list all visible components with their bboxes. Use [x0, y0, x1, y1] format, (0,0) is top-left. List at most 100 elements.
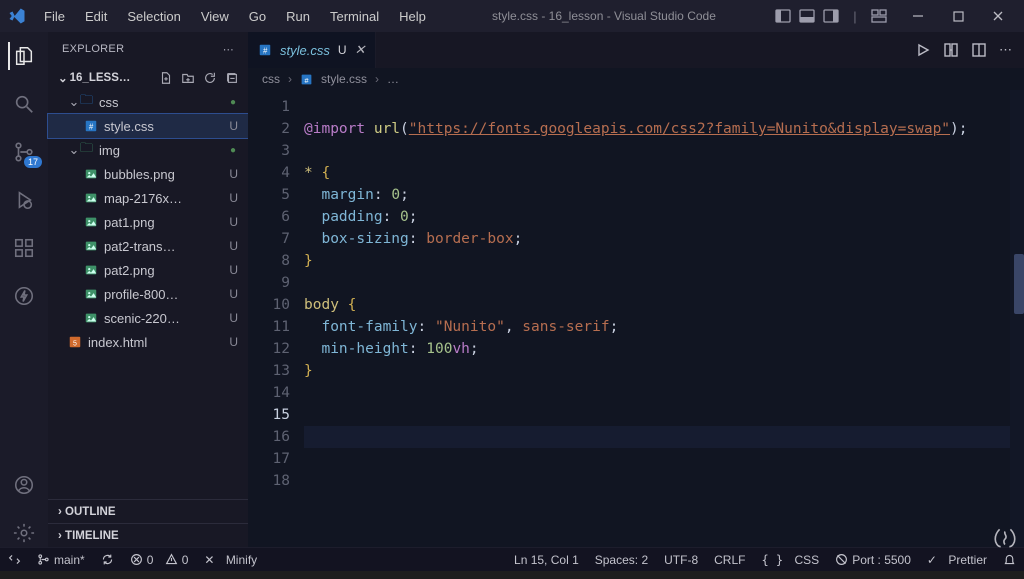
- language-mode[interactable]: { } CSS: [753, 553, 827, 567]
- git-status: U: [229, 119, 238, 133]
- more-actions-icon[interactable]: ⋯: [999, 42, 1012, 58]
- code-content[interactable]: @import url("https://fonts.googleapis.co…: [304, 90, 1024, 547]
- chevron-right-icon: ›: [58, 530, 62, 542]
- problems-status[interactable]: 0 0: [122, 553, 197, 567]
- tree-label: bubbles.png: [104, 167, 175, 182]
- diff-icon[interactable]: [943, 42, 959, 58]
- image-file-icon: [84, 263, 98, 277]
- tree-file-image[interactable]: bubbles.png U: [48, 162, 248, 186]
- image-file-icon: [84, 287, 98, 301]
- notifications-icon[interactable]: [995, 553, 1024, 566]
- new-folder-icon[interactable]: [180, 70, 196, 86]
- menu-run[interactable]: Run: [276, 5, 320, 28]
- css-file-icon: #: [258, 43, 272, 57]
- sync-status[interactable]: [93, 553, 122, 566]
- tree-folder-css[interactable]: ⌄ 🗀 css ●: [48, 90, 248, 114]
- run-debug-icon[interactable]: [10, 186, 38, 214]
- menu-file[interactable]: File: [34, 5, 75, 28]
- menu-selection[interactable]: Selection: [117, 5, 190, 28]
- line-number-gutter: 123456789101112131415161718: [248, 90, 304, 547]
- breadcrumb[interactable]: css › # style.css › …: [248, 68, 1024, 90]
- svg-text:#: #: [263, 47, 268, 56]
- menu-terminal[interactable]: Terminal: [320, 5, 389, 28]
- svg-text:#: #: [89, 123, 94, 132]
- tree-file-image[interactable]: pat2.pngU: [48, 258, 248, 282]
- toggle-panel-left-icon[interactable]: [772, 5, 794, 27]
- prettier-status[interactable]: ✓ Prettier: [919, 553, 995, 567]
- menu-go[interactable]: Go: [239, 5, 276, 28]
- layout-controls: |: [772, 5, 890, 27]
- minify-status[interactable]: ✕ Minify: [196, 553, 265, 567]
- tree-file-image[interactable]: scenic-220…U: [48, 306, 248, 330]
- css-file-icon: #: [300, 73, 313, 86]
- tree-file-image[interactable]: pat2-trans…U: [48, 234, 248, 258]
- cursor-position[interactable]: Ln 15, Col 1: [506, 553, 587, 567]
- menu-help[interactable]: Help: [389, 5, 436, 28]
- explorer-icon[interactable]: [8, 42, 36, 70]
- remote-indicator[interactable]: [0, 553, 29, 566]
- tree-label: map-2176x…: [104, 191, 182, 206]
- sidebar-more-icon[interactable]: ⋯: [223, 43, 234, 56]
- menu-view[interactable]: View: [191, 5, 239, 28]
- tree-file-image[interactable]: profile-800…U: [48, 282, 248, 306]
- tree-label: style.css: [104, 119, 154, 134]
- minimap[interactable]: [1010, 90, 1024, 547]
- css-folder-icon: 🗀: [80, 91, 93, 113]
- git-status: U: [229, 335, 238, 349]
- toggle-panel-bottom-icon[interactable]: [796, 5, 818, 27]
- toggle-panel-right-icon[interactable]: [820, 5, 842, 27]
- encoding-status[interactable]: UTF-8: [656, 553, 706, 567]
- run-icon[interactable]: [915, 42, 931, 58]
- new-file-icon[interactable]: [158, 70, 174, 86]
- window-title: style.css - 16_lesson - Visual Studio Co…: [436, 9, 772, 23]
- minimize-icon[interactable]: [898, 1, 938, 31]
- search-icon[interactable]: [10, 90, 38, 118]
- source-control-icon[interactable]: [10, 138, 38, 166]
- image-file-icon: [84, 191, 98, 205]
- tab-bar: # style.css U ✕ ⋯: [248, 32, 1024, 68]
- code-editor[interactable]: 123456789101112131415161718 @import url(…: [248, 90, 1024, 547]
- tree-folder-img[interactable]: ⌄ 🗀 img ●: [48, 138, 248, 162]
- chevron-right-icon: ›: [58, 506, 62, 518]
- timeline-section[interactable]: › TIMELINE: [48, 523, 248, 547]
- main-area: EXPLORER ⋯ ⌄ 16_LESS… ⌄ 🗀 css ● # style.…: [0, 32, 1024, 547]
- extensions-icon[interactable]: [10, 234, 38, 262]
- tree-file-image[interactable]: map-2176x…U: [48, 186, 248, 210]
- git-status: U: [229, 239, 238, 253]
- breadcrumb-seg[interactable]: style.css: [321, 72, 367, 86]
- chevron-right-icon: ›: [375, 72, 379, 86]
- close-icon[interactable]: [978, 1, 1018, 31]
- indentation-status[interactable]: Spaces: 2: [587, 553, 656, 567]
- account-icon[interactable]: [10, 471, 38, 499]
- breadcrumb-seg[interactable]: css: [262, 72, 280, 86]
- settings-gear-icon[interactable]: [10, 519, 38, 547]
- breadcrumb-overflow[interactable]: …: [387, 72, 399, 86]
- outline-section[interactable]: › OUTLINE: [48, 499, 248, 523]
- tab-style-css[interactable]: # style.css U ✕: [248, 32, 376, 68]
- minimap-slider[interactable]: [1014, 254, 1024, 314]
- thunder-icon[interactable]: [10, 282, 38, 310]
- file-tree: ⌄ 🗀 css ● # style.css U ⌄ 🗀 img ● bubble…: [48, 90, 248, 354]
- customize-layout-icon[interactable]: [868, 5, 890, 27]
- tree-file-image[interactable]: pat1.pngU: [48, 210, 248, 234]
- tree-label: scenic-220…: [104, 311, 180, 326]
- eol-status[interactable]: CRLF: [706, 553, 753, 567]
- menu-edit[interactable]: Edit: [75, 5, 117, 28]
- git-status: U: [229, 167, 238, 181]
- workspace-folder-row[interactable]: ⌄ 16_LESS…: [48, 66, 248, 90]
- split-editor-icon[interactable]: [971, 42, 987, 58]
- live-server-status[interactable]: Port : 5500: [827, 553, 919, 567]
- svg-text:5: 5: [73, 341, 77, 348]
- collapse-all-icon[interactable]: [224, 70, 240, 86]
- refresh-icon[interactable]: [202, 70, 218, 86]
- git-status: U: [229, 215, 238, 229]
- modified-dot-icon: ●: [230, 145, 236, 156]
- maximize-icon[interactable]: [938, 1, 978, 31]
- tree-file-style-css[interactable]: # style.css U: [48, 114, 248, 138]
- tree-file-index-html[interactable]: 5 index.html U: [48, 330, 248, 354]
- tab-label: style.css: [280, 43, 330, 58]
- css-file-icon: #: [84, 119, 98, 133]
- sidebar-header: EXPLORER ⋯: [48, 32, 248, 66]
- tab-close-icon[interactable]: ✕: [355, 42, 366, 58]
- git-branch[interactable]: main*: [29, 553, 93, 567]
